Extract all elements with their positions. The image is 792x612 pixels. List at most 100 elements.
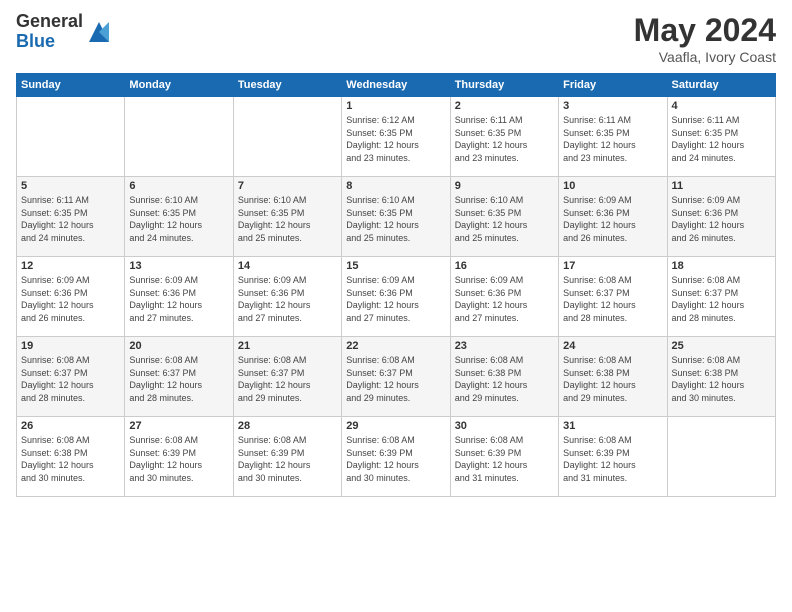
day-number: 3 [563, 100, 662, 112]
day-info: Sunrise: 6:10 AM Sunset: 6:35 PM Dayligh… [238, 194, 337, 244]
day-info: Sunrise: 6:09 AM Sunset: 6:36 PM Dayligh… [563, 194, 662, 244]
calendar-cell: 6 Sunrise: 6:10 AM Sunset: 6:35 PM Daylig… [125, 177, 233, 257]
day-info: Sunrise: 6:11 AM Sunset: 6:35 PM Dayligh… [21, 194, 120, 244]
day-info: Sunrise: 6:08 AM Sunset: 6:39 PM Dayligh… [563, 434, 662, 484]
day-number: 13 [129, 260, 228, 272]
calendar-cell: 19Sunrise: 6:08 AM Sunset: 6:37 PM Dayli… [17, 337, 125, 417]
day-info: Sunrise: 6:09 AM Sunset: 6:36 PM Dayligh… [455, 274, 554, 324]
calendar-week-5: 26 Sunrise: 6:08 AM Sunset: 6:38 PM Dayli… [17, 417, 776, 497]
day-number: 23 [455, 340, 554, 352]
calendar-cell: 30 Sunrise: 6:08 AM Sunset: 6:39 PM Dayli… [450, 417, 558, 497]
day-number: 20 [129, 340, 228, 352]
day-info: Sunrise: 6:08 AM Sunset: 6:37 PM Dayligh… [672, 274, 771, 324]
logo: General Blue [16, 12, 113, 52]
day-info: Sunrise: 6:10 AM Sunset: 6:35 PM Dayligh… [455, 194, 554, 244]
calendar-cell: 9 Sunrise: 6:10 AM Sunset: 6:35 PM Daylig… [450, 177, 558, 257]
header-thursday: Thursday [450, 74, 558, 97]
logo-general: General [16, 12, 83, 32]
day-info: Sunrise: 6:08 AM Sunset: 6:37 PM Dayligh… [563, 274, 662, 324]
day-info: Sunrise: 6:08 AM Sunset: 6:38 PM Dayligh… [455, 354, 554, 404]
day-number: 24 [563, 340, 662, 352]
header-monday: Monday [125, 74, 233, 97]
day-number: 29 [346, 420, 445, 432]
day-info: Sunrise: 6:08 AM Sunset: 6:37 PM Dayligh… [238, 354, 337, 404]
day-number: 11 [672, 180, 771, 192]
day-number: 31 [563, 420, 662, 432]
day-info: Sunrise: 6:11 AM Sunset: 6:35 PM Dayligh… [563, 114, 662, 164]
calendar-cell: 17 Sunrise: 6:08 AM Sunset: 6:37 PM Dayli… [559, 257, 667, 337]
calendar-cell: 18Sunrise: 6:08 AM Sunset: 6:37 PM Dayli… [667, 257, 775, 337]
calendar-cell: 27Sunrise: 6:08 AM Sunset: 6:39 PM Dayli… [125, 417, 233, 497]
calendar-cell: 26 Sunrise: 6:08 AM Sunset: 6:38 PM Dayli… [17, 417, 125, 497]
header-row: Sunday Monday Tuesday Wednesday Thursday… [17, 74, 776, 97]
header-friday: Friday [559, 74, 667, 97]
day-number: 4 [672, 100, 771, 112]
header-tuesday: Tuesday [233, 74, 341, 97]
calendar-cell: 28Sunrise: 6:08 AM Sunset: 6:39 PM Dayli… [233, 417, 341, 497]
day-info: Sunrise: 6:08 AM Sunset: 6:38 PM Dayligh… [563, 354, 662, 404]
day-info: Sunrise: 6:09 AM Sunset: 6:36 PM Dayligh… [129, 274, 228, 324]
day-number: 10 [563, 180, 662, 192]
day-number: 14 [238, 260, 337, 272]
day-number: 6 [129, 180, 228, 192]
calendar-cell [233, 97, 341, 177]
calendar-cell: 2 Sunrise: 6:11 AM Sunset: 6:35 PM Daylig… [450, 97, 558, 177]
calendar-cell: 7 Sunrise: 6:10 AM Sunset: 6:35 PM Daylig… [233, 177, 341, 257]
calendar-week-4: 19 Sunrise: 6:08 AM Sunset: 6:37 PM Dayli… [17, 337, 776, 417]
calendar-cell: 8Sunrise: 6:10 AM Sunset: 6:35 PM Daylig… [342, 177, 450, 257]
day-number: 7 [238, 180, 337, 192]
day-info: Sunrise: 6:08 AM Sunset: 6:39 PM Dayligh… [455, 434, 554, 484]
day-number: 8 [346, 180, 445, 192]
calendar-cell: 16 Sunrise: 6:09 AM Sunset: 6:36 PM Dayli… [450, 257, 558, 337]
day-info: Sunrise: 6:08 AM Sunset: 6:38 PM Dayligh… [21, 434, 120, 484]
logo-text: General Blue [16, 12, 83, 52]
calendar-table: Sunday Monday Tuesday Wednesday Thursday… [16, 73, 776, 497]
day-number: 2 [455, 100, 554, 112]
calendar-cell: 25Sunrise: 6:08 AM Sunset: 6:38 PM Dayli… [667, 337, 775, 417]
day-info: Sunrise: 6:09 AM Sunset: 6:36 PM Dayligh… [238, 274, 337, 324]
calendar-cell: 21Sunrise: 6:08 AM Sunset: 6:37 PM Dayli… [233, 337, 341, 417]
header-wednesday: Wednesday [342, 74, 450, 97]
calendar-week-1: 1 Sunrise: 6:12 AM Sunset: 6:35 PM Daylig… [17, 97, 776, 177]
location-subtitle: Vaafla, Ivory Coast [634, 49, 776, 65]
title-block: May 2024 Vaafla, Ivory Coast [634, 12, 776, 65]
header: General Blue May 2024 Vaafla, Ivory Coas… [16, 12, 776, 65]
day-number: 1 [346, 100, 445, 112]
calendar-cell: 23 Sunrise: 6:08 AM Sunset: 6:38 PM Dayli… [450, 337, 558, 417]
day-info: Sunrise: 6:09 AM Sunset: 6:36 PM Dayligh… [21, 274, 120, 324]
calendar-cell: 24 Sunrise: 6:08 AM Sunset: 6:38 PM Dayli… [559, 337, 667, 417]
day-info: Sunrise: 6:10 AM Sunset: 6:35 PM Dayligh… [129, 194, 228, 244]
calendar-page: General Blue May 2024 Vaafla, Ivory Coas… [0, 0, 792, 612]
calendar-week-2: 5 Sunrise: 6:11 AM Sunset: 6:35 PM Daylig… [17, 177, 776, 257]
calendar-cell: 1 Sunrise: 6:12 AM Sunset: 6:35 PM Daylig… [342, 97, 450, 177]
calendar-cell: 10 Sunrise: 6:09 AM Sunset: 6:36 PM Dayli… [559, 177, 667, 257]
header-sunday: Sunday [17, 74, 125, 97]
day-info: Sunrise: 6:12 AM Sunset: 6:35 PM Dayligh… [346, 114, 445, 164]
day-info: Sunrise: 6:08 AM Sunset: 6:37 PM Dayligh… [129, 354, 228, 404]
calendar-cell [17, 97, 125, 177]
month-title: May 2024 [634, 12, 776, 49]
day-number: 5 [21, 180, 120, 192]
header-saturday: Saturday [667, 74, 775, 97]
day-info: Sunrise: 6:09 AM Sunset: 6:36 PM Dayligh… [346, 274, 445, 324]
day-info: Sunrise: 6:11 AM Sunset: 6:35 PM Dayligh… [455, 114, 554, 164]
calendar-cell: 13 Sunrise: 6:09 AM Sunset: 6:36 PM Dayli… [125, 257, 233, 337]
day-info: Sunrise: 6:08 AM Sunset: 6:39 PM Dayligh… [238, 434, 337, 484]
calendar-cell: 22Sunrise: 6:08 AM Sunset: 6:37 PM Dayli… [342, 337, 450, 417]
day-number: 26 [21, 420, 120, 432]
logo-blue: Blue [16, 32, 83, 52]
day-info: Sunrise: 6:08 AM Sunset: 6:38 PM Dayligh… [672, 354, 771, 404]
calendar-cell: 15Sunrise: 6:09 AM Sunset: 6:36 PM Dayli… [342, 257, 450, 337]
calendar-cell: 4Sunrise: 6:11 AM Sunset: 6:35 PM Daylig… [667, 97, 775, 177]
day-info: Sunrise: 6:08 AM Sunset: 6:39 PM Dayligh… [346, 434, 445, 484]
calendar-cell: 12Sunrise: 6:09 AM Sunset: 6:36 PM Dayli… [17, 257, 125, 337]
day-number: 19 [21, 340, 120, 352]
day-number: 30 [455, 420, 554, 432]
day-number: 16 [455, 260, 554, 272]
calendar-week-3: 12Sunrise: 6:09 AM Sunset: 6:36 PM Dayli… [17, 257, 776, 337]
day-number: 17 [563, 260, 662, 272]
calendar-cell [667, 417, 775, 497]
day-number: 9 [455, 180, 554, 192]
logo-icon [85, 18, 113, 46]
calendar-cell: 11Sunrise: 6:09 AM Sunset: 6:36 PM Dayli… [667, 177, 775, 257]
